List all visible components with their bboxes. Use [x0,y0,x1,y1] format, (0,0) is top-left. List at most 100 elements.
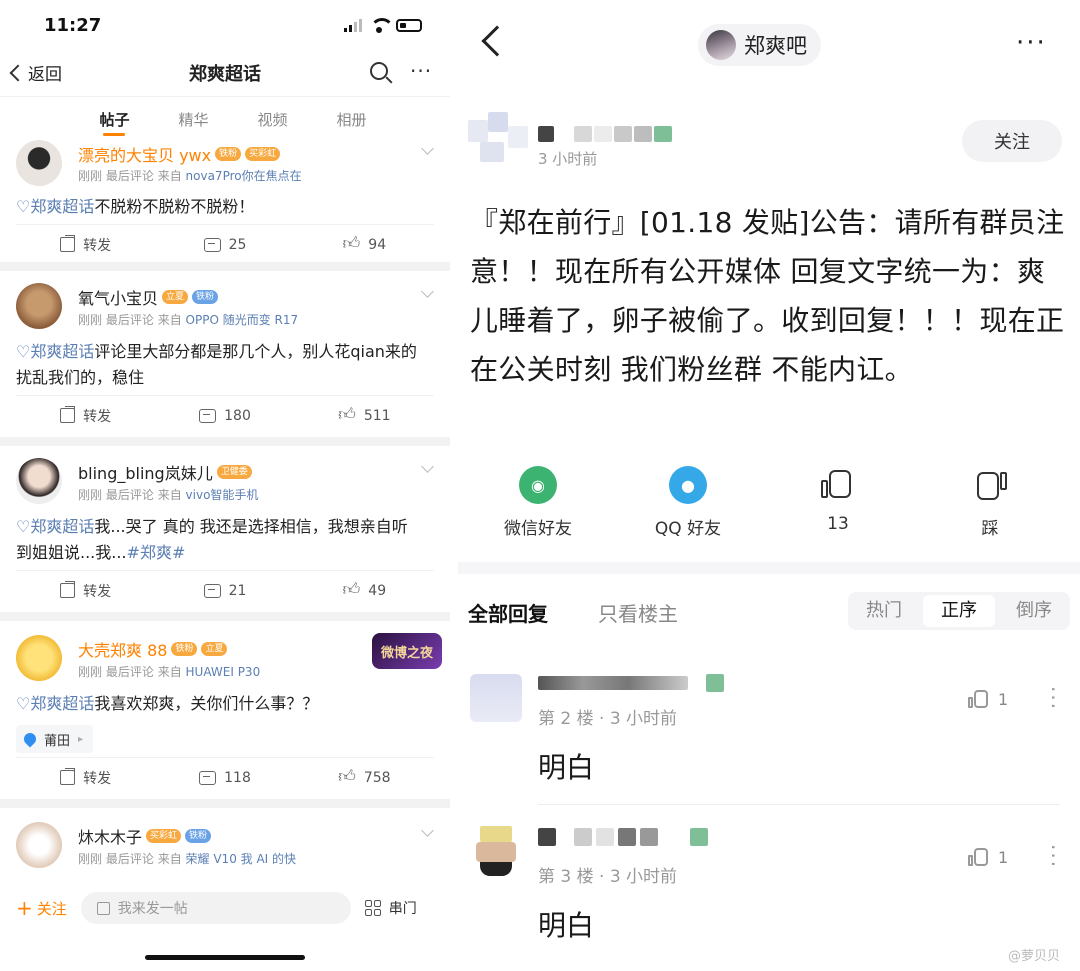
follow-button[interactable]: 关注 [962,120,1062,162]
chevron-down-icon[interactable] [421,285,434,298]
sort-descending[interactable]: 倒序 [998,595,1070,627]
thumbs-up-icon [968,846,990,868]
forward-button[interactable]: 转发 [16,758,155,797]
more-icon[interactable]: ··· [1041,686,1065,711]
back-icon[interactable] [481,25,513,57]
weibo-night-badge: 微博之夜 [372,633,442,669]
more-icon[interactable]: ··· [1041,844,1065,869]
username[interactable]: 炑木木子 [78,824,142,848]
thumbs-up-icon: 👍︎ [338,767,356,787]
op-name-blurred[interactable] [538,124,688,144]
grid-icon [364,900,381,916]
reply-like-button[interactable]: 1 [968,688,1008,710]
post-card[interactable]: bling_bling岚妹儿 卫健委 刚刚 最后评论 来自 vivo智能手机 ♡… [0,446,450,612]
post-text: ♡郑爽超话我喜欢郑爽，关你们什么事？？ [16,694,319,713]
thumbs-up-icon: 👍︎ [342,580,361,600]
topic-link[interactable]: ♡郑爽超话 [16,197,94,216]
forward-icon [60,408,76,423]
fan-badge: 立夏 [162,290,189,304]
more-icon[interactable]: ··· [1016,28,1047,58]
op-avatar-blurred[interactable] [468,112,530,164]
post-actions: 转发 180 👍︎ 511 [16,395,434,435]
hashtag-link[interactable]: #郑爽# [127,543,186,562]
post-card[interactable]: 漂亮的大宝贝 ywx 铁粉 买彩虹 刚刚 最后评论 来自 nova7Pro你在焦… [0,140,450,262]
comment-button[interactable]: 21 [155,571,294,610]
reply-text: 明白 [538,909,595,942]
avatar[interactable] [16,283,62,329]
sort-hot[interactable]: 热门 [848,595,920,627]
reply-name-blurred[interactable] [538,674,728,694]
fan-badge: 铁粉 [171,642,198,656]
nav-bar: 返回 郑爽超话 ··· [0,50,450,96]
reply-item[interactable]: 第 3 楼 · 3 小时前 明白 1 ··· [458,820,1080,960]
like-button[interactable]: 13 [778,466,898,534]
forum-title-pill[interactable]: 郑爽吧 [698,24,821,66]
location-tag[interactable]: 莆田 ▸ [16,725,94,753]
forward-icon [60,583,76,598]
avatar[interactable] [16,458,62,504]
post-card[interactable]: 炑木木子 买彩虹 铁粉 刚刚 最后评论 来自 荣耀 V10 我 AI 的快 [0,808,450,888]
back-button[interactable]: 返回 [9,60,62,85]
forward-button[interactable]: 转发 [16,225,155,264]
tab-featured[interactable]: 精华 [154,97,233,140]
tab-posts[interactable]: 帖子 [75,97,154,140]
reply-item[interactable]: 第 2 楼 · 3 小时前 明白 1 ··· [458,664,1080,805]
like-button[interactable]: 👍︎ 94 [295,225,434,264]
avatar[interactable] [470,826,522,878]
pen-icon [96,901,110,915]
more-icon[interactable]: ··· [410,59,432,83]
share-wechat-button[interactable]: ◉ 微信好友 [478,466,598,539]
tab-video[interactable]: 视频 [233,97,312,140]
sort-ascending[interactable]: 正序 [923,595,995,627]
post-content: 『郑在前行』[01.18 发贴]公告：请所有群员注意！！现在所有公开媒体 回复文… [470,206,1065,386]
username[interactable]: bling_bling岚妹儿 [78,460,213,484]
tab-op-only[interactable]: 只看楼主 [598,598,678,627]
forward-button[interactable]: 转发 [16,396,155,435]
reply-name-blurred[interactable] [538,826,728,846]
follow-button[interactable]: + 关注 [16,898,67,919]
avatar[interactable] [470,674,522,726]
thumbs-up-icon [819,466,857,504]
rainbow-badge: 买彩虹 [146,829,182,843]
avatar[interactable] [16,822,62,868]
tab-bar: 帖子 精华 视频 相册 [0,96,450,140]
location-pin-icon [21,730,39,748]
qq-icon: ● [669,466,707,504]
avatar[interactable] [16,140,62,186]
share-qq-button[interactable]: ● QQ 好友 [628,466,748,539]
like-button[interactable]: 👍︎ 511 [295,396,434,435]
comment-button[interactable]: 118 [155,758,294,797]
chevron-down-icon[interactable] [421,824,434,837]
tab-album[interactable]: 相册 [312,97,391,140]
like-button[interactable]: 👍︎ 758 [295,758,434,797]
post-card[interactable]: 大壳郑爽 88 铁粉 立夏 微博之夜 刚刚 最后评论 来自 HUAWEI P30… [0,621,450,799]
comment-button[interactable]: 25 [155,225,294,264]
topic-link[interactable]: ♡郑爽超话 [16,517,94,536]
post-meta: 刚刚 最后评论 来自 荣耀 V10 我 AI 的快 [78,852,297,866]
post-actions: 转发 21 👍︎ 49 [16,570,434,610]
rainbow-badge: 买彩虹 [245,147,281,161]
post-card[interactable]: 氧气小宝贝 立夏 铁粉 刚刚 最后评论 来自 OPPO 随光而变 R17 ♡郑爽… [0,271,450,437]
topic-link[interactable]: ♡郑爽超话 [16,342,94,361]
search-icon[interactable] [370,62,388,80]
post-actions: 转发 118 👍︎ 758 [16,757,434,797]
avatar[interactable] [16,635,62,681]
summer-badge: 立夏 [201,642,228,656]
reply-like-button[interactable]: 1 [968,846,1008,868]
tab-all-replies[interactable]: 全部回复 [468,598,548,627]
topic-link[interactable]: ♡郑爽超话 [16,694,94,713]
thumbs-up-icon: 👍︎ [342,234,361,254]
comment-button[interactable]: 180 [155,396,294,435]
like-button[interactable]: 👍︎ 49 [295,571,434,610]
forward-button[interactable]: 转发 [16,571,155,610]
dislike-button[interactable]: 踩 [930,466,1050,539]
chevron-down-icon[interactable] [421,142,434,155]
visit-button[interactable]: 串门 [364,898,417,918]
username[interactable]: 氧气小宝贝 [78,285,158,309]
username[interactable]: 漂亮的大宝贝 ywx [78,142,211,166]
reply-tabs: 全部回复 只看楼主 热门 正序 倒序 [458,584,1080,640]
username[interactable]: 大壳郑爽 88 [78,637,167,661]
thumbs-up-icon: 👍︎ [338,405,356,425]
chevron-down-icon[interactable] [421,460,434,473]
compose-input[interactable]: 我来发一帖 [80,892,351,924]
